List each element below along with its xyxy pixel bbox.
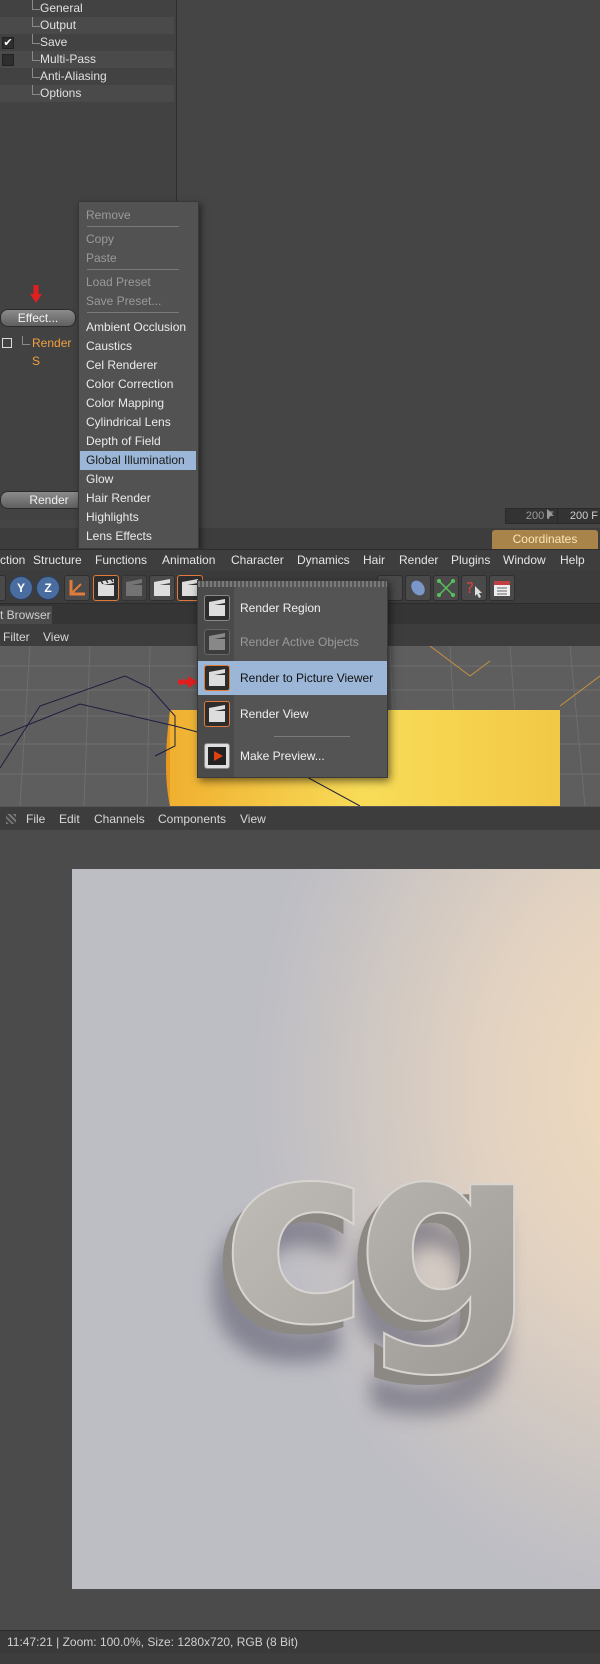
timeline-max-field[interactable]: 200 F [557, 508, 600, 524]
clapper-icon [204, 701, 230, 727]
tree-item-general[interactable]: General [0, 0, 174, 17]
rendered-image: cg cg cg [72, 869, 600, 1589]
menu-item-render-to-picture-viewer[interactable]: Render to Picture Viewer [198, 661, 387, 695]
tree-item-save[interactable]: ✔ Save [0, 34, 174, 51]
render-setting-label: Render S [32, 336, 72, 368]
menu-item-color-mapping[interactable]: Color Mapping [79, 394, 198, 413]
tree-item-label: Options [40, 86, 82, 100]
red-arrow-right-icon [178, 676, 198, 688]
menu-help[interactable]: Help [560, 553, 585, 567]
menu-item-hair-render[interactable]: Hair Render [79, 489, 198, 508]
menu-item-paste[interactable]: Paste [79, 249, 198, 268]
menu-item-glow[interactable]: Glow [79, 470, 198, 489]
save-checkbox[interactable]: ✔ [2, 37, 14, 49]
tree-item-label: Output [40, 18, 77, 32]
menu-item-remove[interactable]: Remove [79, 206, 198, 225]
menu-item-lens-effects[interactable]: Lens Effects [79, 527, 198, 546]
render-active-objects-icon[interactable] [121, 575, 147, 601]
menu-item-render-view[interactable]: Render View [198, 697, 387, 731]
menu-animation[interactable]: Animation [162, 553, 215, 567]
menu-item-cylindrical-lens[interactable]: Cylindrical Lens [79, 413, 198, 432]
grip-icon [6, 814, 16, 824]
menu-components[interactable]: Components [158, 812, 226, 826]
play-icon [204, 743, 230, 769]
clapper-icon [204, 629, 230, 655]
menu-structure[interactable]: Structure [33, 553, 82, 567]
sphere-tool-icon[interactable] [405, 575, 431, 601]
menu-item-global-illumination[interactable]: Global Illumination [80, 451, 196, 470]
menu-view[interactable]: View [43, 630, 69, 644]
render-view-icon[interactable] [93, 575, 119, 601]
status-bar: 11:47:21 | Zoom: 100.0%, Size: 1280x720,… [0, 1630, 600, 1653]
menu-file[interactable]: File [26, 812, 45, 826]
tree-item-options[interactable]: Options [0, 85, 174, 102]
tree-item-label: Anti-Aliasing [40, 69, 107, 83]
tree-item-label: General [40, 1, 83, 15]
menu-item-render-region[interactable]: Render Region [198, 591, 387, 625]
menu-plugins[interactable]: Plugins [451, 553, 490, 567]
play-small-icon [547, 509, 553, 519]
menu-view[interactable]: View [240, 812, 266, 826]
calendar-icon[interactable] [489, 575, 515, 601]
effect-button[interactable]: Effect... [0, 309, 76, 327]
svg-text:?: ? [466, 579, 474, 597]
menu-edit[interactable]: Edit [59, 812, 80, 826]
multi-pass-checkbox[interactable] [2, 54, 14, 66]
menu-item-copy[interactable]: Copy [79, 230, 198, 249]
menu-filter[interactable]: Filter [3, 630, 30, 644]
mesh-tool-icon[interactable] [433, 575, 459, 601]
tree-item-label: Save [40, 35, 68, 49]
red-arrow-down-icon [30, 285, 42, 303]
menu-item-load-preset[interactable]: Load Preset [79, 273, 198, 292]
main-menu-bar: ction Structure Functions Animation Char… [0, 549, 600, 570]
effect-context-menu: Remove Copy Paste Load Preset Save Prese… [78, 201, 199, 549]
menu-item-ambient-occlusion[interactable]: Ambient Occlusion [79, 318, 198, 337]
menu-item-render-active-objects[interactable]: Render Active Objects [198, 625, 387, 659]
tree-item-anti-aliasing[interactable]: Anti-Aliasing [0, 68, 174, 85]
tree-item-multi-pass[interactable]: Multi-Pass [0, 51, 174, 68]
menu-channels[interactable]: Channels [94, 812, 145, 826]
menu-item-cel-renderer[interactable]: Cel Renderer [79, 356, 198, 375]
menu-item-depth-of-field[interactable]: Depth of Field [79, 432, 198, 451]
content-browser-tab[interactable]: t Browser [0, 606, 52, 624]
menu-item-make-preview[interactable]: Make Preview... [198, 739, 387, 773]
menu-dynamics[interactable]: Dynamics [297, 553, 350, 567]
render-setting-icon [2, 338, 12, 348]
clapper-icon [204, 665, 230, 691]
tree-item-label: Multi-Pass [40, 52, 97, 66]
cg-logo-text: cg [222, 1089, 521, 1380]
menu-render[interactable]: Render [399, 553, 438, 567]
menu-hair[interactable]: Hair [363, 553, 385, 567]
menu-item-highlights[interactable]: Highlights [79, 508, 198, 527]
world-coordinates-icon[interactable] [64, 575, 90, 601]
tree-item-output[interactable]: Output [0, 17, 174, 34]
picture-viewer-menu-bar: File Edit Channels Components View [0, 806, 600, 831]
render-setting-item[interactable]: Render S [0, 334, 80, 368]
menu-functions[interactable]: Functions [95, 553, 147, 567]
clapper-icon [204, 595, 230, 621]
menu-character[interactable]: Character [231, 553, 284, 567]
menu-item-save-preset[interactable]: Save Preset... [79, 292, 198, 311]
menu-item-caustics[interactable]: Caustics [79, 337, 198, 356]
status-text: 11:47:21 | Zoom: 100.0%, Size: 1280x720,… [7, 1635, 299, 1649]
y-axis-button[interactable]: Y [9, 576, 33, 600]
menu-window[interactable]: Window [503, 553, 546, 567]
render-region-icon[interactable] [149, 575, 175, 601]
coordinates-tab[interactable]: Coordinates [492, 530, 598, 549]
x-axis-button[interactable] [0, 575, 6, 601]
help-pointer-icon[interactable]: ? [461, 575, 487, 601]
render-context-menu: Render Region Render Active Objects Rend… [197, 580, 388, 778]
menu-simulation[interactable]: ction [0, 553, 25, 567]
z-axis-button[interactable]: Z [36, 576, 60, 600]
menu-item-color-correction[interactable]: Color Correction [79, 375, 198, 394]
